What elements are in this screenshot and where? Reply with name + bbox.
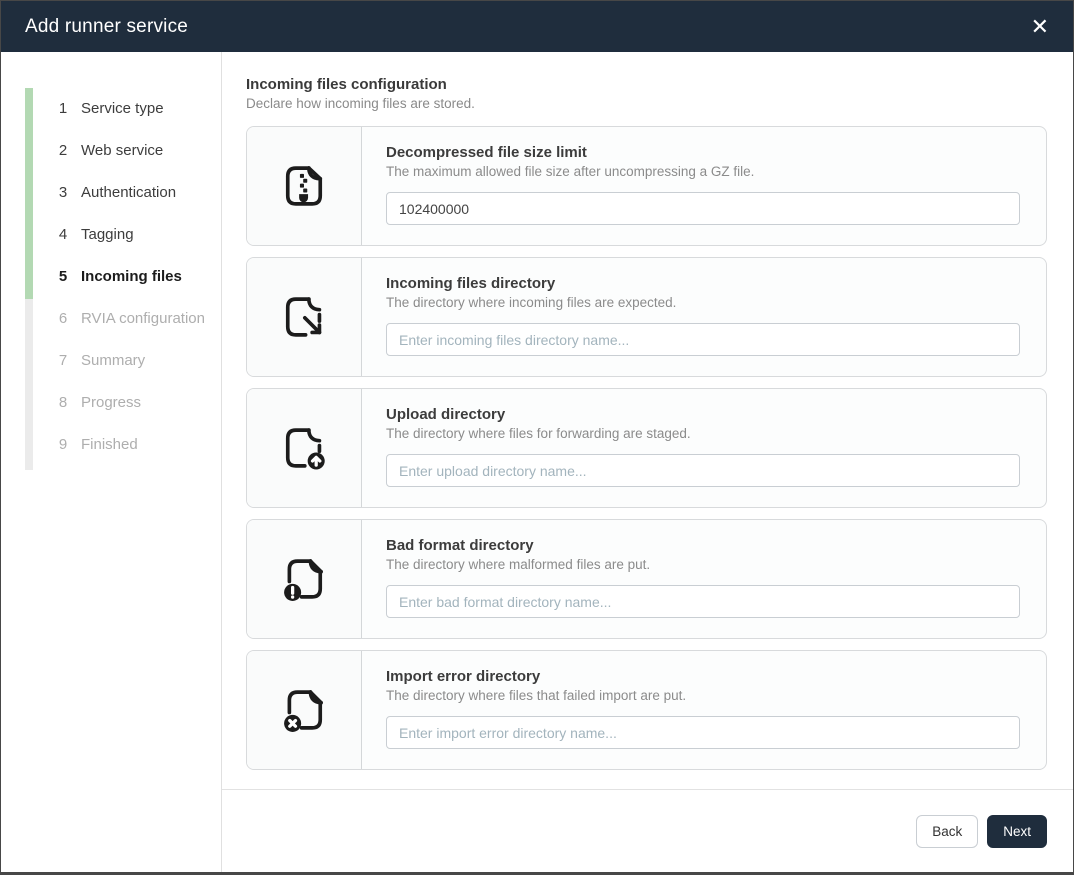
dialog-title: Add runner service — [25, 16, 188, 38]
wizard-footer: Back Next — [222, 789, 1073, 872]
decompressed-size-card: Decompressed file size limit The maximum… — [246, 126, 1047, 246]
back-button[interactable]: Back — [916, 815, 978, 848]
card-title: Bad format directory — [386, 537, 1020, 554]
page-title: Incoming files configuration — [246, 76, 1047, 93]
step-number: 7 — [55, 352, 71, 369]
step-label: Web service — [81, 142, 163, 159]
file-warning-icon — [278, 553, 330, 605]
card-title: Incoming files directory — [386, 275, 1020, 292]
step-incoming-files[interactable]: 5 Incoming files — [1, 255, 221, 297]
upload-directory-input[interactable] — [386, 454, 1020, 487]
wizard-sidebar: 1 Service type 2 Web service 3 Authentic… — [1, 52, 222, 872]
card-title: Upload directory — [386, 406, 1020, 423]
card-description: The directory where files that failed im… — [386, 688, 1020, 703]
step-progress[interactable]: 8 Progress — [1, 381, 221, 423]
file-incoming-icon — [278, 291, 330, 343]
step-label: Progress — [81, 394, 141, 411]
dialog-titlebar: Add runner service ✕ — [1, 1, 1073, 52]
card-description: The directory where incoming files are e… — [386, 295, 1020, 310]
step-label: Finished — [81, 436, 138, 453]
upload-directory-card: Upload directory The directory where fil… — [246, 388, 1047, 508]
step-label: Incoming files — [81, 268, 182, 285]
step-label: Authentication — [81, 184, 176, 201]
file-upload-icon — [278, 422, 330, 474]
step-rvia-configuration[interactable]: 6 RVIA configuration — [1, 297, 221, 339]
step-label: RVIA configuration — [81, 310, 205, 327]
progress-done-segment — [25, 88, 33, 299]
step-number: 8 — [55, 394, 71, 411]
card-title: Import error directory — [386, 668, 1020, 685]
wizard-steps-list: 1 Service type 2 Web service 3 Authentic… — [1, 52, 221, 465]
file-zip-icon — [278, 160, 330, 212]
step-number: 4 — [55, 226, 71, 243]
card-description: The directory where files for forwarding… — [386, 426, 1020, 441]
step-label: Service type — [81, 100, 164, 117]
card-title: Decompressed file size limit — [386, 144, 1020, 161]
wizard-progress-bar — [25, 88, 33, 470]
import-error-directory-input[interactable] — [386, 716, 1020, 749]
step-tagging[interactable]: 4 Tagging — [1, 213, 221, 255]
step-summary[interactable]: 7 Summary — [1, 339, 221, 381]
file-error-icon — [278, 684, 330, 736]
step-number: 5 — [55, 268, 71, 285]
next-button[interactable]: Next — [987, 815, 1047, 848]
step-number: 9 — [55, 436, 71, 453]
step-service-type[interactable]: 1 Service type — [1, 87, 221, 129]
import-error-directory-card: Import error directory The directory whe… — [246, 650, 1047, 770]
card-description: The directory where malformed files are … — [386, 557, 1020, 572]
progress-todo-segment — [25, 299, 33, 470]
add-runner-service-dialog: Add runner service ✕ 1 Service type 2 We… — [0, 0, 1074, 875]
decompressed-size-input[interactable] — [386, 192, 1020, 225]
step-label: Summary — [81, 352, 145, 369]
incoming-directory-input[interactable] — [386, 323, 1020, 356]
card-description: The maximum allowed file size after unco… — [386, 164, 1020, 179]
step-number: 1 — [55, 100, 71, 117]
bad-format-directory-input[interactable] — [386, 585, 1020, 618]
step-number: 2 — [55, 142, 71, 159]
step-finished[interactable]: 9 Finished — [1, 423, 221, 465]
close-icon[interactable]: ✕ — [1031, 16, 1049, 38]
step-label: Tagging — [81, 226, 134, 243]
step-number: 6 — [55, 310, 71, 327]
incoming-directory-card: Incoming files directory The directory w… — [246, 257, 1047, 377]
step-number: 3 — [55, 184, 71, 201]
step-authentication[interactable]: 3 Authentication — [1, 171, 221, 213]
page-subtitle: Declare how incoming files are stored. — [246, 96, 1047, 111]
bad-format-directory-card: Bad format directory The directory where… — [246, 519, 1047, 639]
incoming-files-panel: Incoming files configuration Declare how… — [222, 52, 1073, 789]
step-web-service[interactable]: 2 Web service — [1, 129, 221, 171]
